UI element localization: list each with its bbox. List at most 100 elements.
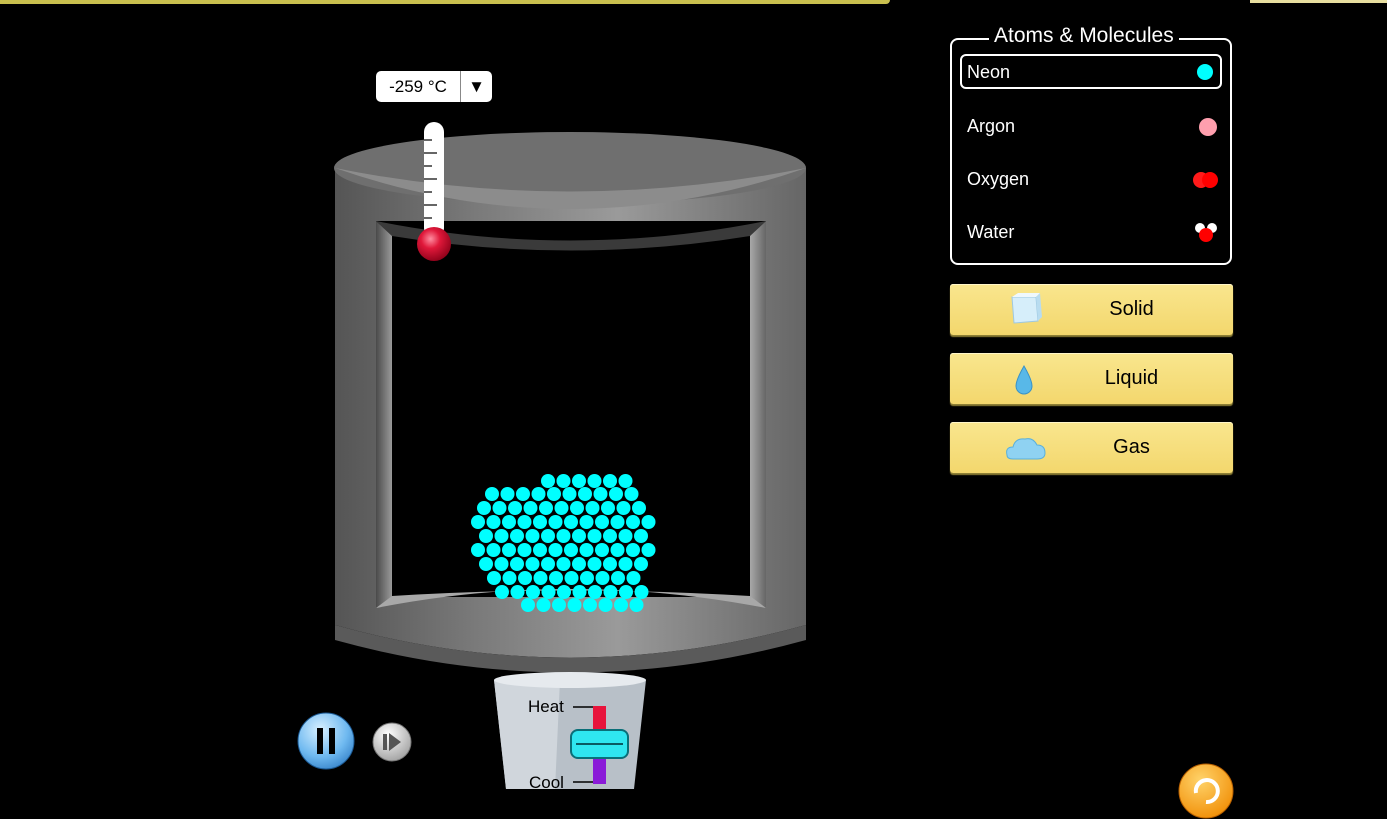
neon-particle bbox=[518, 571, 532, 585]
neon-particle bbox=[624, 487, 639, 501]
argon-atom-icon bbox=[1199, 118, 1217, 136]
neon-particle bbox=[502, 515, 516, 529]
neon-particle bbox=[572, 585, 587, 599]
neon-particle bbox=[634, 557, 648, 571]
neon-particle bbox=[541, 529, 555, 543]
neon-particle bbox=[541, 557, 555, 571]
atom-option-argon[interactable]: Argon bbox=[960, 108, 1222, 143]
neon-particle bbox=[601, 501, 615, 515]
gas-button-label: Gas bbox=[1113, 436, 1150, 458]
neon-particle bbox=[585, 501, 600, 515]
atom-option-neon[interactable]: Neon bbox=[960, 54, 1222, 89]
neon-particle bbox=[479, 529, 493, 543]
neon-particle bbox=[554, 501, 569, 515]
neon-particle bbox=[587, 529, 602, 543]
pause-button[interactable] bbox=[297, 712, 355, 770]
neon-particle bbox=[541, 474, 555, 488]
neon-particle bbox=[471, 515, 485, 529]
neon-particle bbox=[595, 515, 609, 529]
neon-particle bbox=[548, 543, 563, 557]
neon-particle bbox=[525, 557, 540, 571]
neon-particle bbox=[486, 543, 501, 557]
neon-atom-icon bbox=[1197, 64, 1213, 80]
neon-particle bbox=[525, 529, 540, 543]
neon-particle bbox=[541, 585, 556, 599]
temperature-readout[interactable]: -259 °C ▼ bbox=[376, 71, 492, 102]
neon-particle bbox=[500, 487, 515, 501]
atom-option-water[interactable]: Water bbox=[960, 214, 1222, 249]
gas-button[interactable]: Gas bbox=[950, 422, 1233, 473]
neon-particle bbox=[603, 585, 618, 599]
solid-button[interactable]: Solid bbox=[950, 284, 1233, 335]
neon-particle bbox=[564, 571, 579, 585]
neon-particle bbox=[598, 598, 613, 612]
neon-particle bbox=[521, 598, 535, 612]
neon-particle bbox=[610, 515, 625, 529]
neon-particle bbox=[533, 543, 547, 557]
neon-particle bbox=[502, 571, 517, 585]
temperature-value: -259 °C bbox=[389, 76, 447, 96]
thermometer bbox=[416, 120, 452, 262]
liquid-button[interactable]: Liquid bbox=[950, 353, 1233, 404]
neon-particle bbox=[595, 543, 609, 557]
temperature-units-dropdown[interactable]: ▼ bbox=[461, 77, 492, 97]
neon-particle bbox=[587, 474, 602, 488]
neon-particle bbox=[562, 487, 577, 501]
neon-particle bbox=[626, 515, 640, 529]
atom-option-label: Argon bbox=[967, 116, 1016, 136]
neon-particle bbox=[485, 487, 499, 501]
neon-particle-cluster bbox=[471, 474, 656, 612]
neon-particle bbox=[588, 585, 602, 599]
neon-particle bbox=[477, 501, 491, 515]
neon-particle bbox=[579, 543, 594, 557]
neon-particle bbox=[510, 585, 525, 599]
neon-particle bbox=[502, 543, 516, 557]
atom-option-label: Oxygen bbox=[967, 169, 1030, 189]
top-accent-bar bbox=[0, 0, 890, 4]
neon-particle bbox=[610, 543, 625, 557]
cool-label: Cool bbox=[529, 773, 564, 792]
neon-particle bbox=[641, 543, 656, 557]
neon-particle bbox=[557, 585, 571, 599]
neon-particle bbox=[547, 487, 561, 501]
neon-particle bbox=[583, 598, 597, 612]
neon-particle bbox=[471, 543, 485, 557]
neon-particle bbox=[533, 571, 548, 585]
neon-particle bbox=[510, 529, 524, 543]
step-forward-button[interactable] bbox=[372, 722, 412, 762]
neon-particle bbox=[572, 529, 586, 543]
neon-particle bbox=[479, 557, 493, 571]
neon-particle bbox=[494, 529, 509, 543]
heat-cool-slider-thumb[interactable] bbox=[570, 729, 629, 759]
atom-option-oxygen[interactable]: Oxygen bbox=[960, 161, 1222, 196]
reset-all-button[interactable] bbox=[1178, 763, 1234, 819]
neon-particle bbox=[603, 474, 617, 488]
neon-particle bbox=[603, 529, 617, 543]
neon-particle bbox=[578, 487, 592, 501]
neon-particle bbox=[611, 571, 625, 585]
neon-particle bbox=[572, 474, 586, 488]
neon-particle bbox=[579, 515, 594, 529]
neon-particle bbox=[564, 515, 578, 529]
neon-particle bbox=[548, 515, 563, 529]
neon-particle bbox=[523, 501, 538, 515]
neon-particle bbox=[616, 501, 631, 515]
water-molecule-icon bbox=[1195, 223, 1217, 242]
neon-particle bbox=[531, 487, 546, 501]
neon-particle bbox=[549, 571, 563, 585]
neon-particle bbox=[609, 487, 623, 501]
atoms-molecules-panel: Atoms & Molecules Neon Argon Oxygen Wate… bbox=[950, 24, 1232, 265]
neon-particle bbox=[580, 571, 594, 585]
neon-particle bbox=[556, 529, 571, 543]
neon-particle bbox=[533, 515, 547, 529]
neon-particle bbox=[487, 571, 501, 585]
neon-particle bbox=[492, 501, 507, 515]
neon-particle bbox=[641, 515, 656, 529]
neon-particle bbox=[634, 585, 649, 599]
top-accent-bar-right bbox=[1250, 0, 1387, 3]
neon-particle bbox=[632, 501, 646, 515]
neon-particle bbox=[614, 598, 628, 612]
atom-option-label: Water bbox=[967, 222, 1015, 242]
neon-particle bbox=[556, 474, 571, 488]
neon-particle bbox=[618, 557, 633, 571]
